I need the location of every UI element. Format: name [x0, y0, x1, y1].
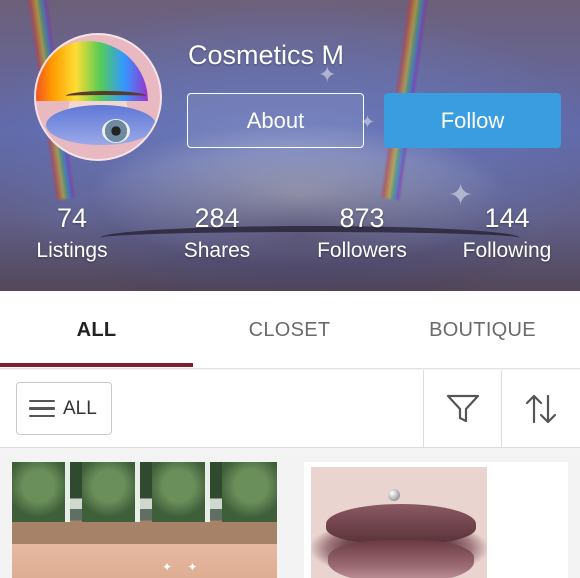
eyeshadow-palette-photo — [12, 544, 277, 578]
stat-value: 74 — [56, 203, 88, 233]
sort-button[interactable] — [502, 370, 580, 448]
about-button[interactable]: About — [187, 93, 364, 148]
stat-followers[interactable]: 873 Followers — [292, 200, 432, 266]
stat-value: 873 — [339, 203, 385, 233]
filter-bar: ALL — [0, 370, 580, 448]
lip-piercing — [388, 489, 400, 501]
stat-value: 144 — [484, 203, 530, 233]
listing-photo-window — [12, 462, 70, 522]
avatar-brow — [66, 91, 146, 101]
listing-photo-window — [222, 462, 277, 522]
hamburger-icon — [29, 399, 55, 418]
profile-name: Cosmetics M — [188, 40, 345, 70]
stat-label: Shares — [183, 239, 251, 262]
palette-sparkle: ✦ ✦ — [162, 560, 204, 574]
stat-label: Following — [462, 239, 552, 262]
listing-card[interactable] — [304, 462, 568, 578]
avatar[interactable] — [34, 33, 162, 161]
avatar-eyelid — [46, 105, 156, 145]
filter-button[interactable] — [424, 370, 502, 448]
closet-tabs: ALL CLOSET BOUTIQUE — [0, 291, 580, 369]
sort-icon — [525, 394, 557, 424]
stat-label: Listings — [36, 239, 108, 262]
stat-shares[interactable]: 284 Shares — [147, 200, 287, 266]
profile-stats: 74 Listings 284 Shares 873 Followers 144… — [0, 200, 580, 270]
lip-bottom — [328, 540, 474, 578]
listing-card[interactable]: ✦ ✦ — [12, 462, 277, 578]
listing-photo-window — [82, 462, 140, 522]
listing-photo-window — [152, 462, 210, 522]
stat-value: 284 — [194, 203, 240, 233]
active-tab-indicator — [0, 363, 193, 367]
lip-top — [326, 504, 476, 544]
stat-listings[interactable]: 74 Listings — [2, 200, 142, 266]
follow-button[interactable]: Follow — [384, 93, 561, 148]
category-filter-button[interactable]: ALL — [16, 382, 112, 435]
filter-icon — [446, 394, 480, 423]
tab-closet[interactable]: CLOSET — [193, 291, 386, 369]
stat-following[interactable]: 144 Following — [437, 200, 577, 266]
tab-boutique[interactable]: BOUTIQUE — [386, 291, 579, 369]
tab-all[interactable]: ALL — [0, 291, 193, 369]
listings-grid: ✦ ✦ — [0, 449, 580, 578]
category-filter-label: ALL — [63, 397, 97, 419]
stat-label: Followers — [317, 239, 407, 262]
avatar-eye — [102, 119, 130, 143]
